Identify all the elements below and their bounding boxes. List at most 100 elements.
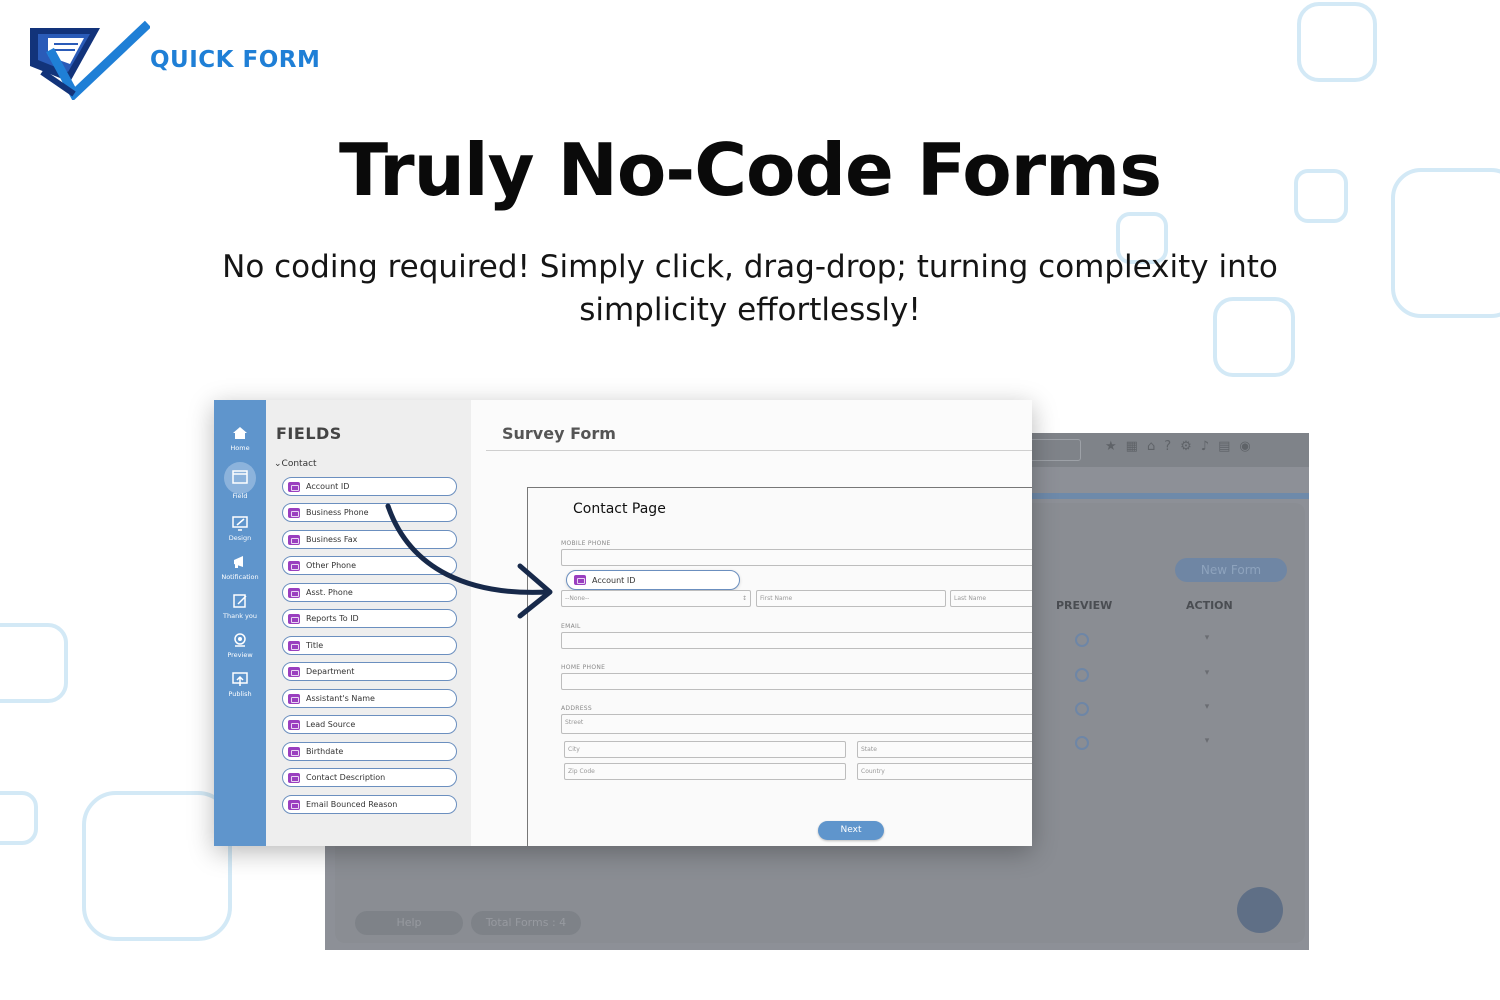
chevron-down-icon: ▾ xyxy=(1204,702,1210,712)
field-item-label: Lead Source xyxy=(306,720,356,729)
nav-item-field[interactable]: Field xyxy=(214,462,266,500)
field-item-label: Asst. Phone xyxy=(306,588,353,597)
column-header-preview: PREVIEW xyxy=(1056,599,1113,612)
field-item-label: Email Bounced Reason xyxy=(306,800,398,809)
background-toolbar-icons: ★ ▦ ⌂ ? ⚙ ♪ ▤ ◉ xyxy=(1105,439,1251,454)
field-type-icon xyxy=(288,587,300,598)
last-name-field[interactable]: Last Name xyxy=(950,590,1032,607)
field-item-label: Assistant's Name xyxy=(306,694,375,703)
next-button[interactable]: Next xyxy=(818,821,884,840)
preview-icon xyxy=(1075,668,1089,682)
first-name-placeholder: First Name xyxy=(760,595,793,602)
publish-icon xyxy=(232,672,248,686)
nav-item-label: Preview xyxy=(227,651,253,659)
help-icon: ? xyxy=(1164,439,1172,454)
salutation-select[interactable]: --None-- ↕ xyxy=(561,590,751,607)
field-item-label: Title xyxy=(306,641,324,650)
home-icon: ⌂ xyxy=(1146,439,1156,454)
nav-item-publish[interactable]: Publish xyxy=(214,670,266,698)
brand-logo: QUICK FORM xyxy=(30,20,320,100)
fields-panel: FIELDS ⌄Contact Account ID Business Phon… xyxy=(266,400,471,846)
dragged-field-account-id[interactable]: Account ID xyxy=(566,570,740,590)
field-type-icon xyxy=(288,693,300,704)
field-item[interactable]: Assistant's Name xyxy=(282,689,457,708)
zip-code-field[interactable]: Zip Code xyxy=(564,763,846,780)
street-placeholder: Street xyxy=(565,719,584,726)
field-group-contact[interactable]: ⌄Contact xyxy=(274,459,317,469)
chevron-down-icon: ▾ xyxy=(1204,668,1210,678)
field-type-icon xyxy=(288,666,300,677)
nav-rail: Home Field Design Notification Thank you… xyxy=(214,400,266,846)
form-page: Contact Page MOBILE PHONE Account ID --N… xyxy=(527,487,1032,846)
column-header-action: ACTION xyxy=(1186,599,1233,612)
design-icon xyxy=(232,516,248,531)
decor-square xyxy=(0,791,38,845)
field-type-icon xyxy=(288,534,300,545)
nav-item-home[interactable]: Home xyxy=(214,424,266,452)
email-field[interactable] xyxy=(561,632,1032,649)
field-type-icon xyxy=(288,481,300,492)
field-item[interactable]: Lead Source xyxy=(282,715,457,734)
street-field[interactable]: Street xyxy=(561,714,1032,734)
decor-square xyxy=(0,623,68,703)
field-type-icon xyxy=(288,640,300,651)
nav-item-notification[interactable]: Notification xyxy=(214,553,266,581)
zip-code-placeholder: Zip Code xyxy=(568,768,595,775)
field-item[interactable]: Email Bounced Reason xyxy=(282,795,457,814)
city-field[interactable]: City xyxy=(564,741,846,758)
nav-item-label: Publish xyxy=(228,690,252,698)
last-name-placeholder: Last Name xyxy=(954,595,987,602)
preview-icon xyxy=(234,633,246,647)
field-item-label: Contact Description xyxy=(306,773,386,782)
nav-item-thank-you[interactable]: Thank you xyxy=(214,592,266,620)
field-item[interactable]: Birthdate xyxy=(282,742,457,761)
grid-icon: ▦ xyxy=(1125,439,1138,454)
decor-square xyxy=(82,791,232,941)
first-name-field[interactable]: First Name xyxy=(756,590,946,607)
field-item[interactable]: Account ID xyxy=(282,477,457,496)
nav-item-label: Home xyxy=(230,444,250,452)
field-item-label: Business Phone xyxy=(306,508,369,517)
nav-item-label: Thank you xyxy=(223,612,257,620)
email-label: EMAIL xyxy=(561,623,581,630)
country-field[interactable]: Country xyxy=(857,763,1032,780)
decor-square xyxy=(1297,2,1377,82)
chevron-down-icon: ↕ xyxy=(741,595,747,602)
home-phone-label: HOME PHONE xyxy=(561,664,606,671)
field-item[interactable]: Contact Description xyxy=(282,768,457,787)
field-item[interactable]: Department xyxy=(282,662,457,681)
divider xyxy=(486,450,1032,451)
preview-icon xyxy=(1075,736,1089,750)
field-icon xyxy=(232,470,248,484)
chevron-down-icon: ▾ xyxy=(1204,633,1210,643)
field-item-label: Birthdate xyxy=(306,747,344,756)
field-item-label: Department xyxy=(306,667,355,676)
state-placeholder: State xyxy=(861,746,877,753)
field-type-icon xyxy=(288,613,300,624)
field-type-icon xyxy=(288,772,300,783)
field-type-icon xyxy=(574,575,586,585)
fields-panel-title: FIELDS xyxy=(276,424,342,443)
state-field[interactable]: State xyxy=(857,741,1032,758)
gear-icon: ⚙ xyxy=(1180,439,1192,454)
field-item[interactable]: Title xyxy=(282,636,457,655)
city-placeholder: City xyxy=(568,746,580,753)
field-group-label: Contact xyxy=(281,459,317,469)
page-headline: Truly No-Code Forms xyxy=(338,128,1162,212)
form-canvas: Survey Form Contact Page MOBILE PHONE Ac… xyxy=(471,400,1032,846)
field-item-label: Business Fax xyxy=(306,535,358,544)
home-phone-field[interactable] xyxy=(561,673,1032,690)
mobile-phone-field[interactable] xyxy=(561,549,1032,566)
preview-icon xyxy=(1075,702,1089,716)
nav-item-label: Design xyxy=(228,534,252,542)
field-item-label: Other Phone xyxy=(306,561,357,570)
new-form-button: New Form xyxy=(1175,558,1287,582)
nav-item-preview[interactable]: Preview xyxy=(214,631,266,659)
nav-item-label: Notification xyxy=(221,573,259,581)
field-item-label: Reports To ID xyxy=(306,614,359,623)
megaphone-icon xyxy=(234,556,243,568)
field-item-label: Account ID xyxy=(306,482,350,491)
chevron-down-icon: ▾ xyxy=(1204,736,1210,746)
nav-item-design[interactable]: Design xyxy=(214,514,266,542)
field-type-icon xyxy=(288,507,300,518)
